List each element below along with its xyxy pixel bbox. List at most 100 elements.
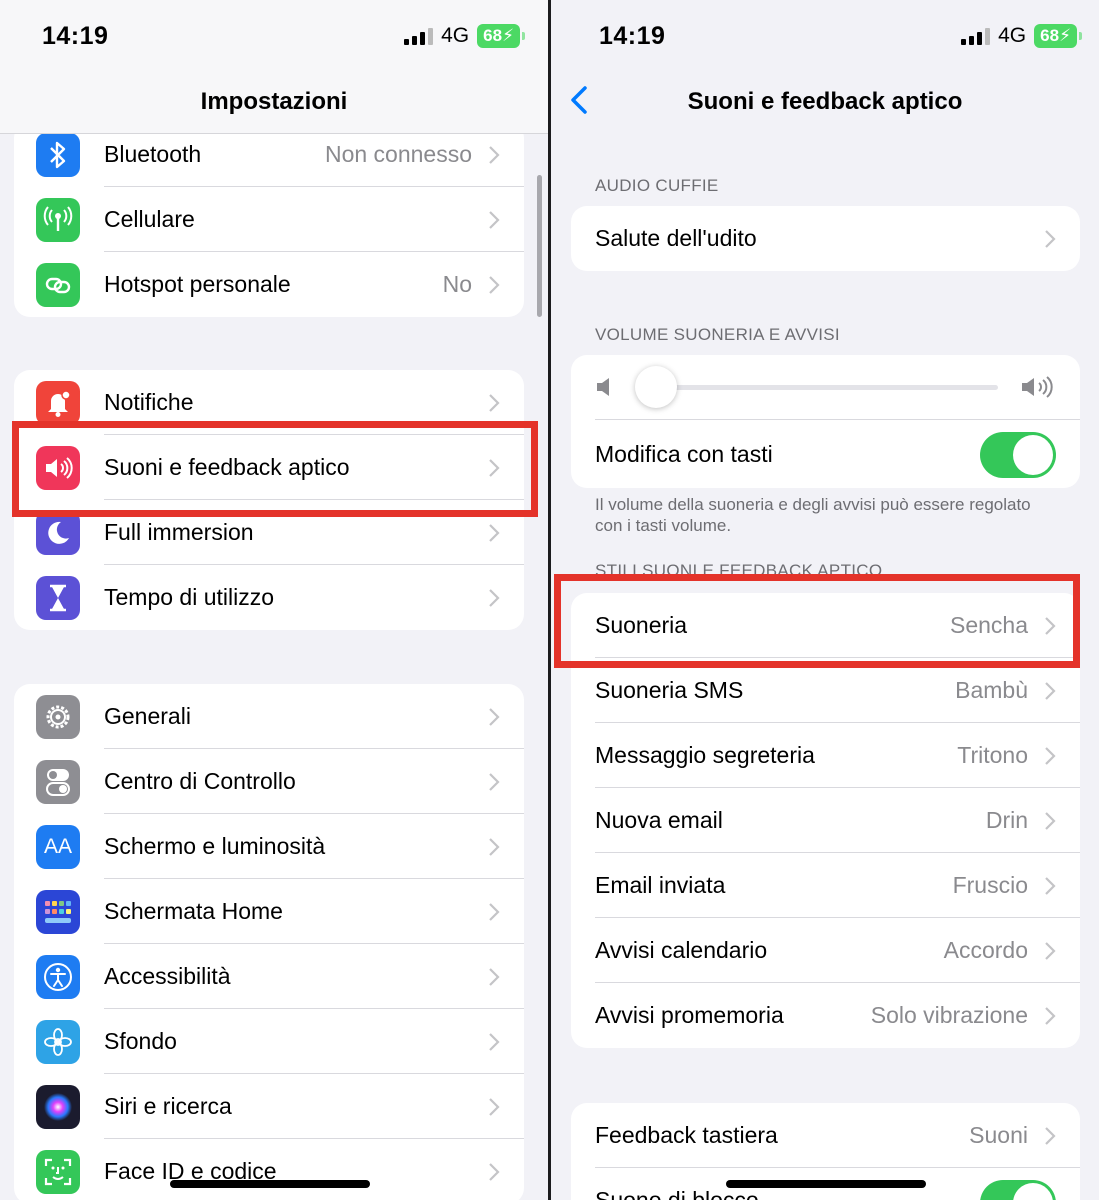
home-indicator[interactable] (170, 1180, 370, 1188)
connectivity-group: Bluetooth Non connesso Cellulare Hotspot… (14, 122, 524, 317)
chevron-right-icon (489, 1098, 500, 1116)
change-with-buttons-row: Modifica con tasti (571, 420, 1080, 488)
chevron-right-icon (489, 276, 500, 294)
row-label: Suoneria SMS (595, 677, 744, 703)
row-label: Feedback tastiera (595, 1122, 778, 1148)
chevron-right-icon (489, 394, 500, 412)
row-value: Solo vibrazione (870, 1002, 1028, 1028)
chevron-right-icon (1045, 1127, 1056, 1145)
bell-icon (36, 381, 80, 425)
bluetooth-icon (36, 133, 80, 177)
row-label: Cellulare (104, 206, 195, 232)
volume-footnote: Il volume della suoneria e degli avvisi … (595, 495, 1031, 535)
home-indicator[interactable] (726, 1180, 926, 1188)
settings-row-new-email[interactable]: Nuova email Drin (571, 788, 1080, 853)
settings-row-cellular[interactable]: Cellulare (14, 187, 524, 252)
signal-icon (961, 27, 991, 45)
chevron-right-icon (489, 1163, 500, 1181)
settings-row-screen-time[interactable]: Tempo di utilizzo (14, 565, 524, 630)
speaker-high-icon (1022, 376, 1053, 398)
row-value: Accordo (943, 937, 1028, 963)
settings-row-wallpaper[interactable]: Sfondo (14, 1009, 524, 1074)
settings-row-keyboard-feedback[interactable]: Feedback tastiera Suoni (571, 1103, 1080, 1168)
settings-row-display[interactable]: AA Schermo e luminosità (14, 814, 524, 879)
settings-row-hearing-health[interactable]: Salute dell'udito (571, 206, 1080, 271)
general-group: Generali Centro di Controllo AA Schermo … (14, 684, 524, 1200)
settings-row-hotspot[interactable]: Hotspot personale No (14, 252, 524, 317)
settings-row-general[interactable]: Generali (14, 684, 524, 749)
network-type: 4G (441, 24, 470, 47)
battery-level: 68 (483, 26, 503, 45)
volume-slider-row (571, 355, 1080, 420)
chevron-right-icon (1045, 877, 1056, 895)
row-label: Modifica con tasti (595, 440, 773, 467)
chevron-right-icon (489, 773, 500, 791)
row-label: Siri e ricerca (104, 1093, 232, 1119)
status-time: 14:19 (42, 22, 109, 50)
row-label: Avvisi promemoria (595, 1002, 784, 1028)
row-label: Avvisi calendario (595, 937, 768, 963)
status-time: 14:19 (599, 22, 666, 50)
row-value: Tritono (957, 742, 1028, 768)
battery-indicator: 68⚡ (477, 24, 525, 48)
status-bar: 14:19 4G 68⚡ (0, 0, 548, 70)
settings-row-siri[interactable]: Siri e ricerca (14, 1074, 524, 1139)
settings-row-voicemail[interactable]: Messaggio segreteria Tritono (571, 723, 1080, 788)
row-label: Sfondo (104, 1028, 177, 1054)
chevron-right-icon (1045, 230, 1056, 248)
battery-level: 68 (1040, 26, 1060, 45)
settings-row-face-id[interactable]: Face ID e codice (14, 1139, 524, 1200)
row-value: Suoni (969, 1122, 1028, 1148)
volume-slider-track[interactable] (651, 385, 998, 390)
settings-row-calendar-alerts[interactable]: Avvisi calendario Accordo (571, 918, 1080, 983)
switches-icon (36, 760, 80, 804)
row-label: Full immersion (104, 519, 254, 545)
row-value: Fruscio (952, 872, 1028, 898)
settings-row-sent-email[interactable]: Email inviata Fruscio (571, 853, 1080, 918)
speaker-low-icon (597, 378, 609, 396)
home-grid-icon (36, 890, 80, 934)
volume-slider-knob[interactable] (635, 366, 677, 408)
row-label: Suono di blocco (595, 1187, 759, 1200)
text-size-icon: AA (36, 825, 80, 869)
gear-icon (36, 695, 80, 739)
antenna-icon (36, 198, 80, 242)
row-label: Salute dell'udito (595, 225, 757, 251)
hotspot-icon (36, 263, 80, 307)
chevron-right-icon (1045, 942, 1056, 960)
navigation-bar: Suoni e feedback aptico (551, 70, 1099, 134)
chevron-right-icon (1045, 682, 1056, 700)
back-chevron-icon[interactable] (565, 82, 595, 118)
section-header-headphone-audio: AUDIO CUFFIE (595, 176, 719, 195)
settings-screen: Bluetooth Non connesso Cellulare Hotspot… (0, 0, 548, 1200)
settings-row-home-screen[interactable]: Schermata Home (14, 879, 524, 944)
row-label: Schermata Home (104, 898, 283, 924)
row-label: Tempo di utilizzo (104, 584, 275, 610)
row-label: Email inviata (595, 872, 726, 898)
siri-icon (36, 1085, 80, 1129)
battery-indicator: 68⚡ (1034, 24, 1082, 48)
flower-icon (36, 1020, 80, 1064)
lock-sound-toggle[interactable] (980, 1180, 1056, 1200)
chevron-right-icon (489, 903, 500, 921)
row-label: Generali (104, 703, 191, 729)
headphone-audio-group: Salute dell'udito (571, 206, 1080, 271)
row-label: Centro di Controllo (104, 768, 296, 794)
row-label: Accessibilità (104, 963, 231, 989)
row-value: No (442, 271, 472, 297)
hourglass-icon (36, 576, 80, 620)
network-type: 4G (998, 24, 1027, 47)
change-with-buttons-toggle[interactable] (980, 432, 1056, 478)
row-label: Nuova email (595, 807, 723, 833)
page-title: Suoni e feedback aptico (687, 88, 963, 115)
settings-row-control-center[interactable]: Centro di Controllo (14, 749, 524, 814)
settings-row-reminder-alerts[interactable]: Avvisi promemoria Solo vibrazione (571, 983, 1080, 1048)
section-header-volume: VOLUME SUONERIA E AVVISI (595, 325, 840, 344)
chevron-right-icon (1045, 747, 1056, 765)
scrollbar[interactable] (537, 175, 542, 317)
page-title: Impostazioni (200, 87, 348, 115)
chevron-right-icon (489, 1033, 500, 1051)
text-size-glyph: AA (43, 835, 72, 858)
chevron-right-icon (489, 968, 500, 986)
settings-row-accessibility[interactable]: Accessibilità (14, 944, 524, 1009)
